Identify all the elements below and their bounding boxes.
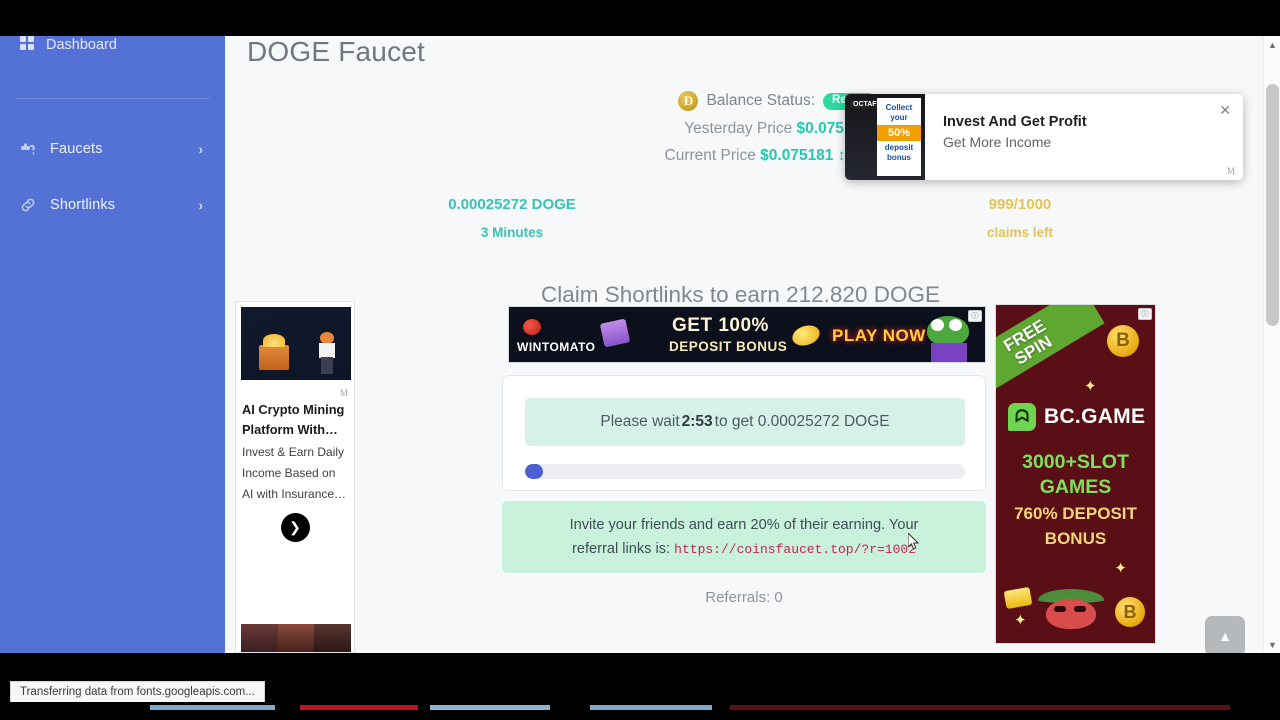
toast-subtitle: Get More Income <box>943 134 1052 150</box>
claims-left-label: claims left <box>986 225 1054 240</box>
notification-toast[interactable]: OCTAFX Collect your 50% deposit bonus In… <box>845 94 1243 180</box>
referrals-count: Referrals: 0 <box>705 589 783 606</box>
toast-poster-line-3: deposit bonus <box>884 143 914 162</box>
reward-amount: 0.00025272 DOGE <box>448 196 576 213</box>
scrollbar-up-arrow[interactable]: ▲ <box>1264 36 1280 53</box>
current-price-value: $0.075181 <box>760 147 834 164</box>
bcgame-logo: ᗣ BC.GAME <box>1008 403 1145 431</box>
toast-thumbnail: OCTAFX Collect your 50% deposit bonus <box>845 94 925 180</box>
close-icon[interactable]: ✕ <box>1219 102 1231 119</box>
toast-title: Invest And Get Profit <box>943 114 1087 130</box>
taskbar-segment <box>300 705 418 710</box>
sidebar-item-dashboard-label: Dashboard <box>46 37 117 53</box>
miner-figure-icon <box>319 332 335 374</box>
pepe-mascot-icon <box>923 316 977 362</box>
progress-bar-track <box>525 464 965 479</box>
link-icon <box>20 197 42 213</box>
sparkle-icon: ✦ <box>1084 378 1097 395</box>
wait-suffix: to get 0.00025272 DOGE <box>714 413 890 430</box>
ad-left-thumbnail-strip[interactable] <box>241 624 351 652</box>
referral-line-2: referral links is: https://coinsfaucet.t… <box>572 537 916 562</box>
sidebar-item-faucets[interactable]: Faucets › <box>0 129 225 169</box>
gift-box-icon <box>599 318 631 348</box>
gold-coin-icon <box>789 322 823 349</box>
ad-left-arrow-button[interactable]: ❯ <box>280 513 310 542</box>
sidebar-item-faucets-label: Faucets <box>50 141 103 157</box>
scrollbar-thumb[interactable] <box>1266 84 1279 326</box>
sidebar: Dashboard Faucets › Shortlinks › <box>0 36 225 653</box>
toast-badge: M <box>1226 166 1235 176</box>
chevron-right-icon: › <box>198 197 203 213</box>
toast-poster-line-2: 50% <box>877 125 921 141</box>
ad-left-description: Invest & Earn Daily Income Based on AI w… <box>242 445 347 501</box>
sidebar-item-dashboard[interactable]: Dashboard <box>0 36 225 54</box>
sidebar-item-shortlinks-label: Shortlinks <box>50 197 116 213</box>
taskbar-segment <box>150 705 275 710</box>
chevron-right-icon: › <box>198 141 203 157</box>
dashboard-icon <box>20 36 34 54</box>
referral-link-label: referral links is: <box>571 540 675 557</box>
chevron-up-icon: ▲ <box>1218 628 1232 644</box>
referral-link[interactable]: https://coinsfaucet.top/?r=1002 <box>674 542 916 557</box>
mouse-cursor <box>907 531 920 551</box>
faucet-timer-card: Please wait 2:53 to get 0.00025272 DOGE <box>502 375 986 491</box>
sparkle-icon: ✦ <box>1114 560 1127 577</box>
ad-right-line-2: 760% DEPOSIT BONUS <box>996 501 1155 551</box>
browser-status-bar: Transferring data from fonts.googleapis.… <box>10 681 265 702</box>
wait-countdown: 2:53 <box>681 413 713 430</box>
claims-count: 999/1000 <box>988 196 1052 213</box>
screen: Dashboard Faucets › Shortlinks › DOGE Fa… <box>0 0 1280 720</box>
page-scrollbar[interactable]: ▲ ▼ <box>1263 36 1280 653</box>
ad-right-line-1: 3000+SLOT GAMES <box>996 450 1155 500</box>
ad-right-text-bonus: BONUS <box>1044 529 1107 548</box>
taskbar-segment <box>430 705 550 710</box>
page-title: DOGE Faucet <box>247 36 426 67</box>
toast-poster: Collect your 50% deposit bonus <box>877 98 921 176</box>
current-price-label: Current Price <box>664 147 756 164</box>
bandit-mascot-icon <box>1024 579 1120 643</box>
sidebar-divider <box>15 98 210 99</box>
ad-left-image <box>241 307 351 380</box>
claims-stats: 999/1000 claims left <box>925 191 1115 247</box>
browser-viewport: Dashboard Faucets › Shortlinks › DOGE Fa… <box>0 36 1280 653</box>
toast-poster-line-1: Collect your <box>885 103 913 122</box>
progress-bar-fill <box>525 464 543 479</box>
mining-cart-icon <box>259 334 289 370</box>
ad-banner-headline: GET 100% <box>672 315 769 336</box>
reward-stats: 0.00025272 DOGE 3 Minutes <box>417 191 607 247</box>
faucet-icon <box>20 142 42 157</box>
reward-interval: 3 Minutes <box>480 225 544 240</box>
ad-right-text-slots: 3000+SLOT <box>1022 451 1129 473</box>
bitcoin-icon: B <box>1107 325 1139 357</box>
taskbar-segment <box>730 705 1230 710</box>
ad-left-badge: M <box>339 388 348 398</box>
ad-banner-wintomato[interactable]: WINTOMATO GET 100% DEPOSIT BONUS PLAY NO… <box>508 306 986 363</box>
ad-right-text-games: GAMES <box>1039 476 1112 498</box>
toast-body: Invest And Get Profit Get More Income <box>925 94 1243 180</box>
taskbar-segment <box>590 705 712 710</box>
bcgame-brand-name: BC.GAME <box>1044 405 1146 428</box>
wait-message: Please wait 2:53 to get 0.00025272 DOGE <box>525 398 965 446</box>
ad-banner-brand: WINTOMATO <box>517 340 596 354</box>
tomato-icon <box>523 319 541 335</box>
balance-status-label: Balance Status: <box>706 92 816 109</box>
taskbar-strip <box>0 702 1280 720</box>
ad-banner-subline: DEPOSIT BONUS <box>669 339 788 354</box>
sidebar-item-shortlinks[interactable]: Shortlinks › <box>0 185 225 225</box>
ad-choices-icon[interactable]: ⓘ <box>1138 308 1152 320</box>
wait-prefix: Please wait <box>600 413 680 430</box>
ad-banner-cta[interactable]: PLAY NOW <box>832 326 926 346</box>
ad-right-text-deposit: 760% DEPOSIT <box>1014 504 1137 523</box>
ad-card-right-bcgame[interactable]: FREE SPIN B ✦ ᗣ BC.GAME 3000+SLOT GAMES … <box>995 304 1156 644</box>
scrollbar-down-arrow[interactable]: ▼ <box>1264 636 1280 653</box>
doge-coin-icon: Ð <box>678 91 699 111</box>
referral-line-1: Invite your friends and earn 20% of thei… <box>569 516 919 533</box>
yesterday-price-label: Yesterday Price <box>684 120 793 137</box>
ad-choices-icon[interactable]: ⓘ <box>968 310 982 322</box>
ad-card-left[interactable]: M AI Crypto Mining Platform With… Invest… <box>235 301 355 653</box>
scroll-to-top-button[interactable]: ▲ <box>1205 616 1245 653</box>
ad-left-title: AI Crypto Mining Platform With… <box>242 402 345 437</box>
bcgame-mark-icon: ᗣ <box>1008 403 1036 431</box>
